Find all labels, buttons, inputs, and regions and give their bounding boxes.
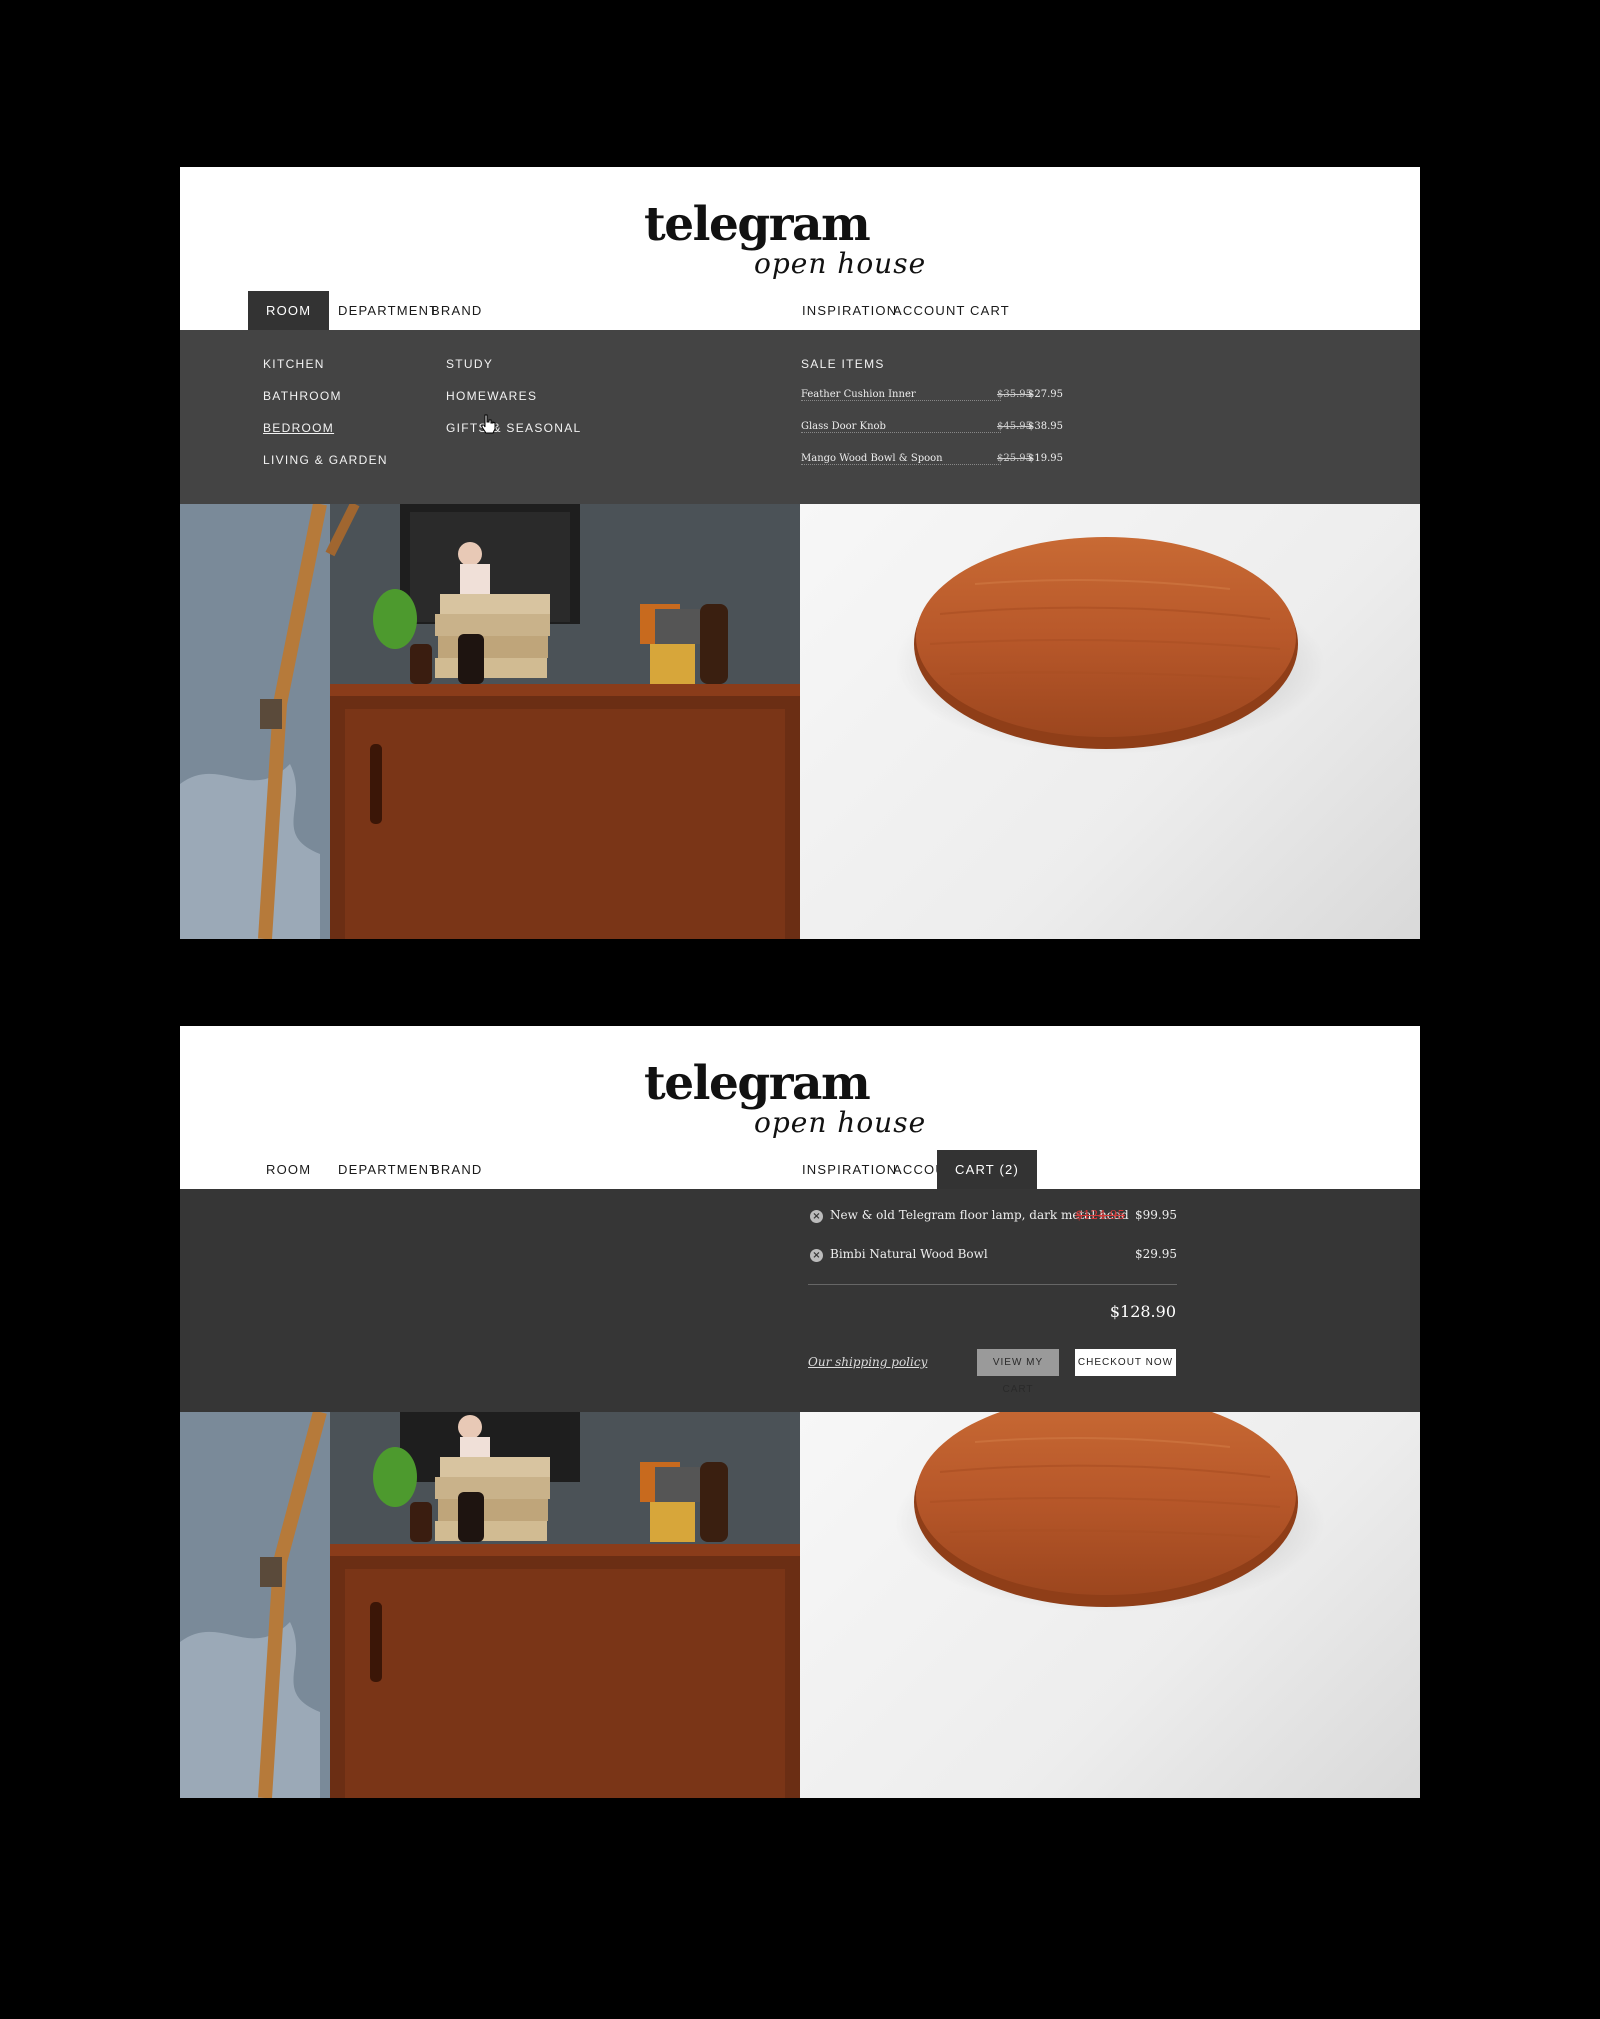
menu-link-bedroom[interactable]: BEDROOM bbox=[263, 421, 334, 435]
site-header: telegram open house ROOM DEPARTMENT BRAN… bbox=[180, 167, 1420, 330]
room-dropdown-menu: KITCHEN BATHROOM BEDROOM LIVING & GARDEN… bbox=[180, 330, 1420, 504]
sale-item-name[interactable]: Feather Cushion Inner bbox=[801, 389, 918, 400]
hero-images bbox=[180, 504, 1420, 939]
nav-brand[interactable]: BRAND bbox=[413, 291, 501, 330]
price-leader bbox=[801, 432, 1001, 433]
nav-cart[interactable]: CART (2) bbox=[937, 1150, 1038, 1189]
nav-room[interactable]: ROOM bbox=[248, 1150, 329, 1189]
menu-link-study[interactable]: STUDY bbox=[446, 357, 493, 371]
menu-link-gifts-seasonal[interactable]: GIFTS & SEASONAL bbox=[446, 421, 582, 435]
remove-item-icon[interactable]: × bbox=[810, 1249, 823, 1262]
sale-item-row[interactable]: Glass Door Knob $45.95 $38.95 bbox=[801, 421, 1063, 437]
menu-link-homewares[interactable]: HOMEWARES bbox=[446, 389, 537, 403]
cart-item-title[interactable]: Bimbi Natural Wood Bowl bbox=[830, 1247, 988, 1261]
logo-wordmark: telegram bbox=[644, 1056, 871, 1111]
menu-link-kitchen[interactable]: KITCHEN bbox=[263, 357, 325, 371]
wood-bowl-illustration bbox=[895, 537, 1325, 754]
cart-dropdown-screen: telegram open house ROOM DEPARTMENT BRAN… bbox=[180, 1026, 1420, 1798]
cart-divider bbox=[808, 1284, 1177, 1285]
sale-item-row[interactable]: Feather Cushion Inner $35.95 $27.95 bbox=[801, 389, 1063, 405]
cart-total: $128.90 bbox=[1109, 1302, 1176, 1321]
sale-item-name[interactable]: Glass Door Knob bbox=[801, 421, 888, 432]
checkout-button[interactable]: CHECKOUT NOW bbox=[1075, 1349, 1176, 1376]
telegram-logo[interactable]: telegram open house bbox=[644, 197, 964, 292]
site-header: telegram open house ROOM DEPARTMENT BRAN… bbox=[180, 1026, 1420, 1189]
logo-tagline: open house bbox=[754, 247, 927, 280]
pointer-hand-cursor-icon bbox=[481, 414, 496, 434]
menu-link-bathroom[interactable]: BATHROOM bbox=[263, 389, 342, 403]
nav-cart[interactable]: CART bbox=[952, 291, 1028, 330]
sale-item-row[interactable]: Mango Wood Bowl & Spoon $25.95 $19.95 bbox=[801, 453, 1063, 469]
wood-bowl-illustration bbox=[895, 1412, 1325, 1612]
sideboard-illustration bbox=[180, 504, 800, 939]
main-nav: ROOM DEPARTMENT BRAND INSPIRATION ACCOUN… bbox=[180, 1150, 1420, 1189]
sale-item-old-price: $35.95 bbox=[997, 389, 1032, 400]
sale-item-price: $38.95 bbox=[1028, 421, 1063, 432]
menu-link-living-garden[interactable]: LIVING & GARDEN bbox=[263, 453, 388, 467]
wood-bowl-photo[interactable] bbox=[800, 1412, 1420, 1798]
interior-sideboard-photo[interactable] bbox=[180, 504, 800, 939]
cart-dropdown: × New & old Telegram floor lamp, dark me… bbox=[180, 1189, 1420, 1412]
interior-sideboard-photo[interactable] bbox=[180, 1412, 800, 1798]
wood-bowl-photo[interactable] bbox=[800, 504, 1420, 939]
hero-images bbox=[180, 1412, 1420, 1798]
price-leader bbox=[801, 400, 1001, 401]
price-leader bbox=[801, 464, 1001, 465]
logo-wordmark: telegram bbox=[644, 197, 871, 252]
sideboard-illustration bbox=[180, 1412, 800, 1798]
sale-item-old-price: $25.95 bbox=[997, 453, 1032, 464]
remove-item-icon[interactable]: × bbox=[810, 1210, 823, 1223]
sale-item-price: $27.95 bbox=[1028, 389, 1063, 400]
sale-items-heading: SALE ITEMS bbox=[801, 357, 885, 371]
shipping-policy-link[interactable]: Our shipping policy bbox=[808, 1355, 927, 1369]
main-nav: ROOM DEPARTMENT BRAND INSPIRATION ACCOUN… bbox=[180, 291, 1420, 330]
cart-item-row: × New & old Telegram floor lamp, dark me… bbox=[810, 1207, 1177, 1227]
nav-brand[interactable]: BRAND bbox=[413, 1150, 501, 1189]
room-menu-screen: telegram open house ROOM DEPARTMENT BRAN… bbox=[180, 167, 1420, 939]
sale-item-name[interactable]: Mango Wood Bowl & Spoon bbox=[801, 453, 945, 464]
telegram-logo[interactable]: telegram open house bbox=[644, 1056, 964, 1151]
cart-item-price: $99.95 bbox=[1135, 1208, 1177, 1222]
sale-item-old-price: $45.95 bbox=[997, 421, 1032, 432]
cart-item-price: $29.95 bbox=[1135, 1247, 1177, 1261]
cart-item-row: × Bimbi Natural Wood Bowl $29.95 bbox=[810, 1246, 1177, 1266]
nav-room[interactable]: ROOM bbox=[248, 291, 330, 330]
sale-item-price: $19.95 bbox=[1028, 453, 1063, 464]
view-cart-button[interactable]: VIEW MY CART bbox=[977, 1349, 1059, 1395]
logo-tagline: open house bbox=[754, 1106, 927, 1139]
cart-item-old-price: $124.95 bbox=[1075, 1208, 1125, 1222]
